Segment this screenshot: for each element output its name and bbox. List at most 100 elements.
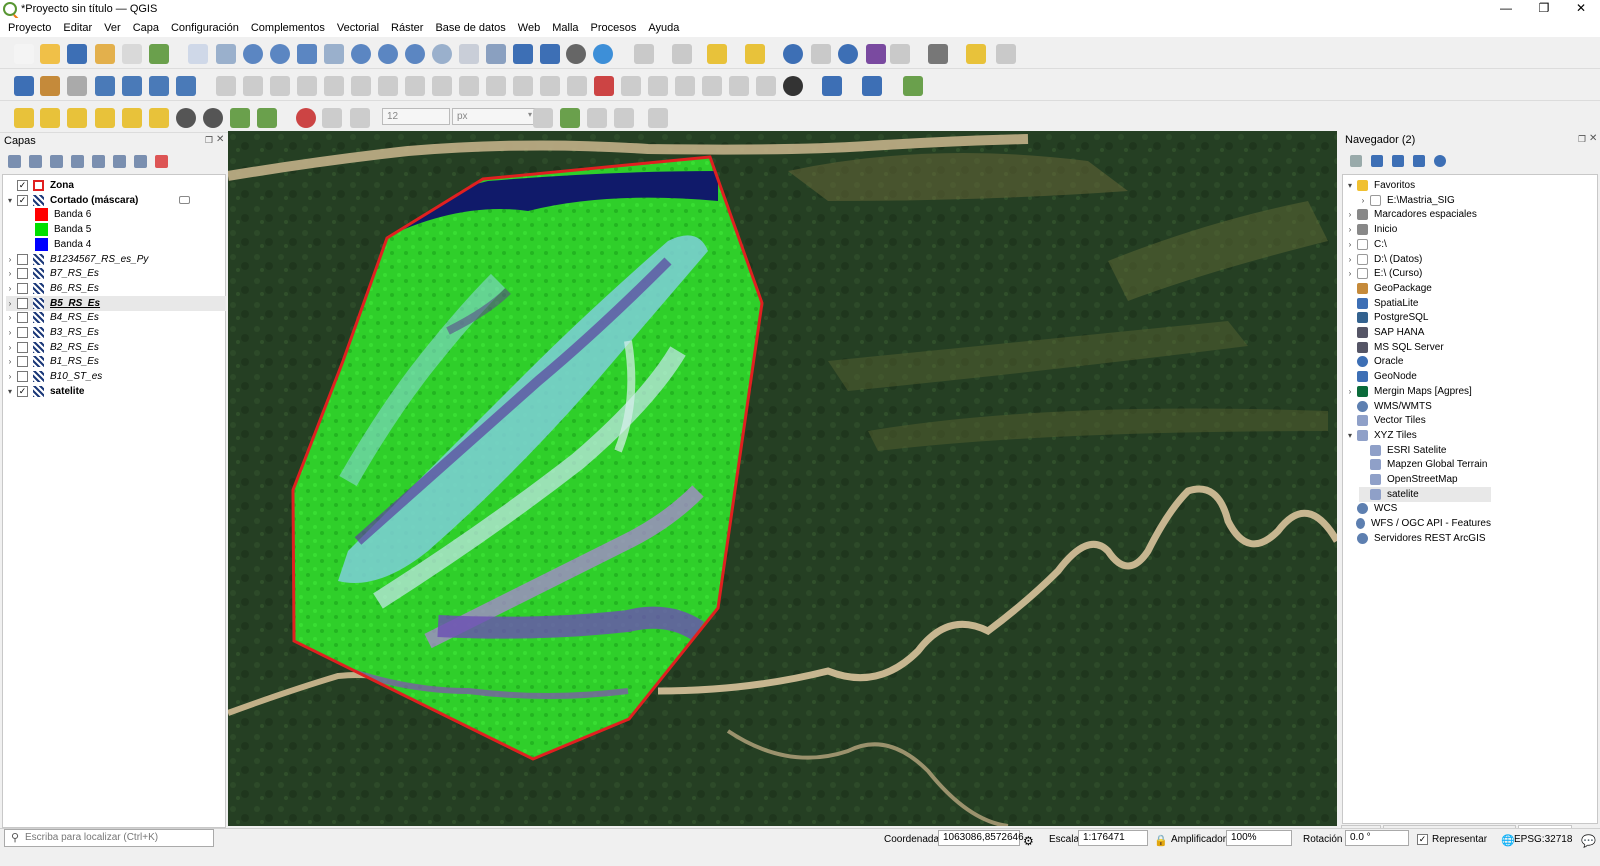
- add-group-icon[interactable]: [29, 155, 42, 168]
- expand-arrow-icon[interactable]: ›: [6, 313, 14, 322]
- render-checkbox[interactable]: ✓: [1417, 834, 1428, 845]
- expand-arrow-icon[interactable]: ›: [6, 343, 14, 352]
- fill-ring-icon[interactable]: [176, 108, 196, 128]
- vertex-tool-icon[interactable]: [324, 76, 344, 96]
- layer-visibility-checkbox[interactable]: [17, 356, 28, 368]
- crs-globe-icon[interactable]: 🌐: [1501, 834, 1515, 847]
- map-canvas[interactable]: [228, 131, 1337, 826]
- crs-label[interactable]: EPSG:32718: [1514, 834, 1572, 845]
- messages-icon[interactable]: 💬: [1581, 834, 1596, 848]
- tracing-icon[interactable]: [533, 108, 553, 128]
- expand-arrow-icon[interactable]: ›: [6, 284, 14, 293]
- browser-item[interactable]: WMS/WMTS: [1346, 399, 1491, 414]
- label-pin-icon[interactable]: [567, 76, 587, 96]
- layer-visibility-checkbox[interactable]: [17, 268, 28, 280]
- menu-item[interactable]: Complementos: [251, 22, 325, 34]
- layer-visibility-checkbox[interactable]: [17, 253, 28, 265]
- new-layout-icon[interactable]: [95, 44, 115, 64]
- expand-arrow-icon[interactable]: ›: [1346, 387, 1354, 396]
- menu-item[interactable]: Procesos: [591, 22, 637, 34]
- layer-visibility-checkbox[interactable]: [17, 327, 28, 338]
- expand-arrow-icon[interactable]: ›: [1346, 240, 1354, 249]
- menu-item[interactable]: Capa: [133, 22, 159, 34]
- expand-arrow-icon[interactable]: ›: [6, 269, 14, 278]
- menu-item[interactable]: Ver: [104, 22, 121, 34]
- browser-item[interactable]: MS SQL Server: [1346, 340, 1491, 355]
- new-project-icon[interactable]: [14, 44, 34, 64]
- layer-item[interactable]: › B10_ST_es: [6, 369, 226, 384]
- legend-item[interactable]: Banda 4: [35, 237, 255, 252]
- collapse-all-icon[interactable]: [1413, 155, 1425, 167]
- layer-item[interactable]: › B1234567_RS_es_Py: [6, 252, 226, 267]
- style-manager-icon[interactable]: [149, 44, 169, 64]
- manage-themes-icon[interactable]: [50, 155, 63, 168]
- pan-icon[interactable]: [188, 44, 208, 64]
- new-3d-view-icon[interactable]: [486, 44, 506, 64]
- browser-item[interactable]: GeoNode: [1346, 369, 1491, 384]
- menu-item[interactable]: Web: [518, 22, 540, 34]
- layer-item[interactable]: › B3_RS_Es: [6, 325, 226, 340]
- measure-icon[interactable]: [928, 44, 948, 64]
- save-edits-icon[interactable]: [270, 76, 290, 96]
- temporal-clock-icon[interactable]: [566, 44, 586, 64]
- legend-item[interactable]: Banda 5: [35, 222, 255, 237]
- layer-item[interactable]: ▾ ✓ satelite: [6, 384, 226, 399]
- layer-visibility-checkbox[interactable]: [17, 297, 28, 309]
- python-console-icon[interactable]: [822, 76, 842, 96]
- ring-icon[interactable]: [203, 108, 223, 128]
- new-shapefile-icon[interactable]: [67, 76, 87, 96]
- layer-item[interactable]: ✓ Zona: [6, 178, 226, 193]
- modify-attributes-icon[interactable]: [351, 76, 371, 96]
- coordinate-field[interactable]: 1063086,8572646: [938, 830, 1024, 846]
- browser-item[interactable]: › Inicio: [1346, 222, 1491, 237]
- cut-icon[interactable]: [405, 76, 425, 96]
- layer-item[interactable]: › B1_RS_Es: [6, 354, 226, 369]
- star-add-icon[interactable]: [122, 108, 142, 128]
- menu-item[interactable]: Proyecto: [8, 22, 51, 34]
- browser-item[interactable]: Oracle: [1346, 354, 1491, 369]
- label-tool-icon[interactable]: [540, 76, 560, 96]
- menu-item[interactable]: Malla: [552, 22, 578, 34]
- new-map-view-icon[interactable]: [459, 44, 479, 64]
- zoom-selection-icon[interactable]: [324, 44, 344, 64]
- zoom-last-icon[interactable]: [405, 44, 425, 64]
- digitize-curve-icon[interactable]: [95, 108, 115, 128]
- zoom-next-icon[interactable]: [432, 44, 452, 64]
- vertex-move-icon[interactable]: [257, 108, 277, 128]
- edit-pencil-icon[interactable]: [216, 76, 236, 96]
- expand-arrow-icon[interactable]: ▾: [6, 387, 14, 396]
- trace-icon[interactable]: [67, 108, 87, 128]
- snap-options-icon[interactable]: [350, 108, 370, 128]
- filter-expression-icon[interactable]: [92, 155, 105, 168]
- new-spatialite-icon[interactable]: [95, 76, 115, 96]
- browser-item[interactable]: SAP HANA: [1346, 325, 1491, 340]
- layer-visibility-checkbox[interactable]: [17, 371, 28, 383]
- split-icon[interactable]: [587, 108, 607, 128]
- paste-icon[interactable]: [459, 76, 479, 96]
- open-table-icon[interactable]: [811, 44, 831, 64]
- copy-icon[interactable]: [432, 76, 452, 96]
- layer-visibility-checkbox[interactable]: [17, 282, 28, 294]
- expand-arrow-icon[interactable]: ▾: [1346, 431, 1354, 440]
- expand-arrow-icon[interactable]: ›: [1346, 225, 1354, 234]
- dock-float-icon[interactable]: ❐: [205, 135, 213, 146]
- bookmark-new-icon[interactable]: [513, 44, 533, 64]
- browser-item[interactable]: › E:\Mastria_SIG: [1359, 193, 1491, 208]
- refresh-icon[interactable]: [1371, 155, 1383, 167]
- lock-scale-icon[interactable]: 🔒: [1154, 834, 1168, 847]
- rotation-field[interactable]: 0.0 °: [1345, 830, 1409, 846]
- identify-icon[interactable]: [783, 44, 803, 64]
- dock-close-icon[interactable]: ✕: [216, 134, 224, 145]
- map-tips-icon[interactable]: [996, 44, 1016, 64]
- browser-item[interactable]: GeoPackage: [1346, 281, 1491, 296]
- label-callout-icon[interactable]: [756, 76, 776, 96]
- menu-item[interactable]: Configuración: [171, 22, 239, 34]
- close-icon[interactable]: ✕: [1562, 0, 1600, 18]
- browser-item[interactable]: ▾ XYZ Tiles: [1346, 428, 1491, 443]
- digitize-icon[interactable]: [14, 108, 34, 128]
- toggle-edit-icon[interactable]: [243, 76, 263, 96]
- locator-search-input[interactable]: ⚲ Escriba para localizar (Ctrl+K): [4, 829, 214, 847]
- snap-tolerance-input[interactable]: 12: [382, 108, 450, 125]
- change-label-icon[interactable]: [702, 76, 722, 96]
- layer-item[interactable]: ▾ ✓ Cortado (máscara): [6, 193, 226, 208]
